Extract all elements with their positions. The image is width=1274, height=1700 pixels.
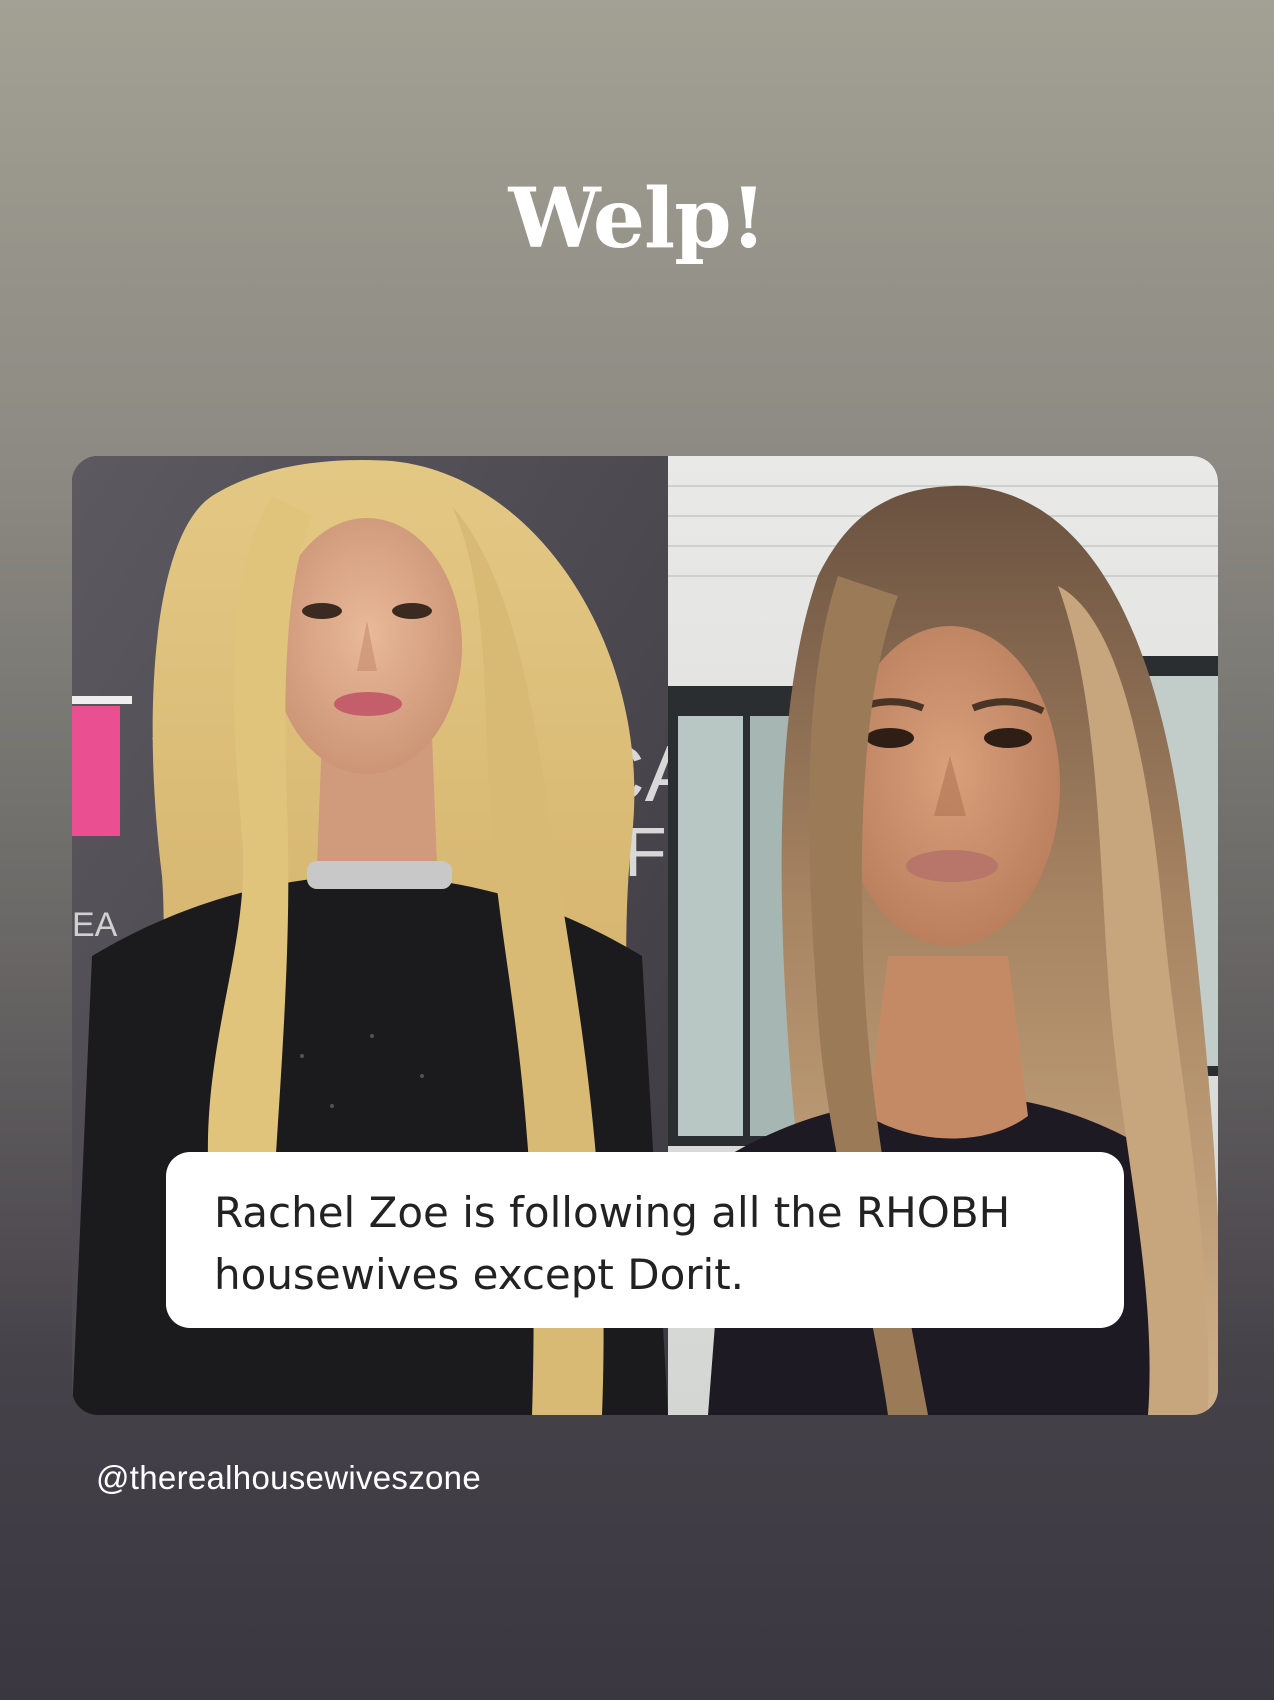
caption-box: Rachel Zoe is following all the RHOBH ho… — [166, 1152, 1124, 1328]
caption-text: Rachel Zoe is following all the RHOBH ho… — [214, 1188, 1011, 1299]
backdrop-letter-ea: EA — [72, 906, 118, 944]
post-card[interactable]: V CA F EA — [72, 456, 1218, 1415]
backdrop-logo-vial — [72, 706, 120, 836]
story-headline: Welp! — [508, 171, 766, 267]
account-handle-sticker[interactable]: @therealhousewiveszone — [96, 1459, 481, 1497]
